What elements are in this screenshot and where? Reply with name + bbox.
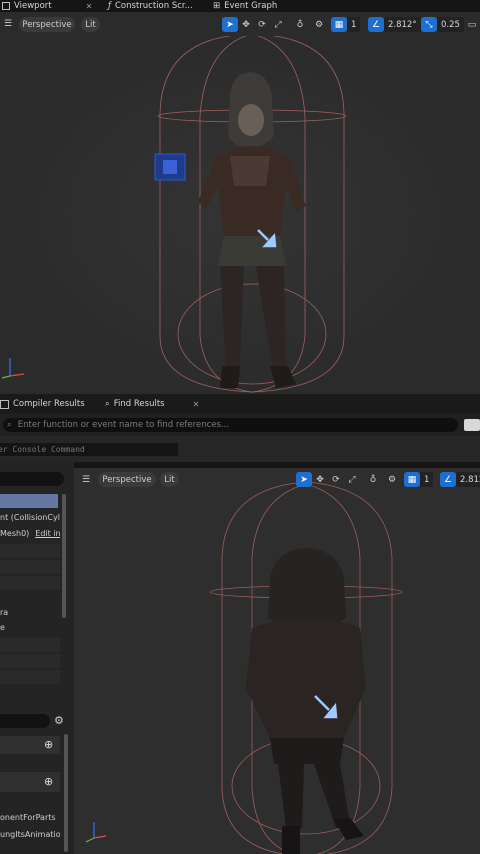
console-input[interactable]: er Console Command — [0, 443, 178, 456]
list-row — [0, 654, 60, 668]
find-placeholder: Enter function or event name to find ref… — [17, 420, 230, 430]
rotation-snap-icon[interactable]: ∠ — [440, 472, 456, 487]
tab-label: Find Results — [113, 399, 165, 409]
hamburger-icon[interactable]: ☰ — [78, 472, 94, 487]
tab-label: Viewport — [14, 1, 52, 11]
viewport-scene[interactable] — [0, 36, 480, 393]
tab-compiler-results[interactable]: Compiler Results — [0, 398, 85, 410]
my-blueprint-search-input[interactable] — [0, 714, 50, 728]
viewport2-scene[interactable]: ☰ Perspective Lit ➤ ✥ ⟳ ⤢ ♁ ⚙ ▦ 1 ∠ 2.81… — [74, 468, 480, 854]
world-local-icon[interactable]: ♁ — [292, 17, 308, 32]
scale-icon[interactable]: ⤢ — [270, 17, 286, 32]
list-row — [0, 576, 60, 590]
variable-row[interactable]: onentForParts — [0, 810, 60, 825]
tab-label: Event Graph — [224, 1, 278, 11]
rotation-snap-value[interactable]: 2.812° — [384, 17, 421, 32]
lit-button[interactable]: Lit — [81, 17, 100, 32]
component-row[interactable]: nt (CollisionCylin — [0, 510, 60, 525]
component-label: Mesh0) — [0, 529, 30, 538]
surface-snap-icon[interactable]: ⚙ — [311, 17, 327, 32]
variable-row[interactable]: ungItsAnimation — [0, 827, 60, 842]
tab-find-results[interactable]: ⌕ Find Results ✕ — [105, 398, 199, 410]
bottom-tab-bar: Compiler Results ⌕ Find Results ✕ — [0, 394, 480, 414]
rotation-snap-value[interactable]: 2.812 — [456, 472, 480, 487]
find-options-button[interactable] — [464, 419, 480, 431]
console-bar: er Console Command — [0, 436, 480, 462]
rotate-icon[interactable]: ⟳ — [328, 472, 344, 487]
list-row — [0, 560, 60, 574]
scale-snap-value[interactable]: 0.25 — [437, 17, 464, 32]
component-row[interactable]: ra — [0, 605, 60, 620]
translate-icon[interactable]: ✥ — [238, 17, 254, 32]
scrollbar[interactable] — [64, 734, 68, 852]
perspective-button[interactable]: Perspective — [19, 17, 75, 32]
list-row — [0, 544, 60, 558]
camera-speed-icon[interactable]: ▭ — [464, 17, 480, 32]
tab-event-graph[interactable]: ⊞ Event Graph — [213, 0, 277, 12]
lit-button[interactable]: Lit — [160, 472, 179, 487]
find-row: ⌕ Enter function or event name to find r… — [0, 414, 480, 436]
list-row — [0, 670, 60, 684]
perspective-button[interactable]: Perspective — [98, 472, 156, 487]
tab-label: Construction Scr... — [115, 1, 193, 11]
console-placeholder: er Console Command — [0, 445, 85, 454]
viewport-toolbar: ☰ Perspective Lit ➤ ✥ ⟳ ⤢ ♁ ⚙ ▦ 1 ∠ 2.81… — [0, 12, 480, 36]
rotation-snap-icon[interactable]: ∠ — [368, 17, 384, 32]
tab-construction-script[interactable]: ƒ Construction Scr... — [108, 0, 193, 12]
viewport-icon — [2, 2, 10, 10]
add-plus-icon[interactable]: ⊕ — [44, 738, 53, 751]
select-mode-icon[interactable]: ➤ — [296, 472, 312, 487]
edit-in-link[interactable]: Edit in — [35, 529, 60, 538]
tab-viewport[interactable]: Viewport ✕ — [2, 0, 92, 12]
list-row — [0, 638, 60, 652]
grid-snap-value[interactable]: 1 — [347, 17, 361, 32]
select-mode-icon[interactable]: ➤ — [222, 17, 238, 32]
add-plus-icon[interactable]: ⊕ — [44, 775, 53, 788]
scene2-svg — [74, 468, 480, 854]
grid-snap-icon[interactable]: ▦ — [331, 17, 347, 32]
selected-component-row[interactable] — [0, 494, 58, 508]
search-icon: ⌕ — [7, 420, 12, 430]
components-search-input[interactable] — [0, 472, 64, 486]
top-tab-bar: Viewport ✕ ƒ Construction Scr... ⊞ Event… — [0, 0, 480, 12]
search-icon: ⌕ — [105, 399, 110, 409]
scene-svg — [0, 36, 480, 393]
close-icon[interactable]: ✕ — [193, 400, 200, 409]
hamburger-icon[interactable]: ☰ — [0, 16, 16, 31]
scale-snap-icon[interactable]: ⤡ — [421, 17, 437, 32]
component-row[interactable]: e — [0, 620, 60, 635]
surface-snap-icon[interactable]: ⚙ — [384, 472, 400, 487]
function-icon: ƒ — [108, 1, 111, 11]
translate-icon[interactable]: ✥ — [312, 472, 328, 487]
grid-snap-value[interactable]: 1 — [420, 472, 434, 487]
components-panel: nt (CollisionCylin Mesh0) Edit in ra e ⚙… — [0, 462, 74, 854]
arrow-component-icon — [154, 153, 186, 181]
graph-icon: ⊞ — [213, 1, 221, 11]
scrollbar[interactable] — [62, 494, 66, 618]
world-local-icon[interactable]: ♁ — [365, 472, 381, 487]
compiler-icon — [0, 399, 9, 409]
close-icon[interactable]: ✕ — [86, 2, 93, 11]
component-row[interactable]: Mesh0) Edit in — [0, 526, 60, 541]
scale-icon[interactable]: ⤢ — [344, 472, 360, 487]
rotate-icon[interactable]: ⟳ — [254, 17, 270, 32]
settings-gear-icon[interactable]: ⚙ — [54, 714, 64, 727]
grid-snap-icon[interactable]: ▦ — [404, 472, 420, 487]
find-input[interactable]: ⌕ Enter function or event name to find r… — [3, 418, 458, 432]
tab-label: Compiler Results — [13, 399, 85, 409]
